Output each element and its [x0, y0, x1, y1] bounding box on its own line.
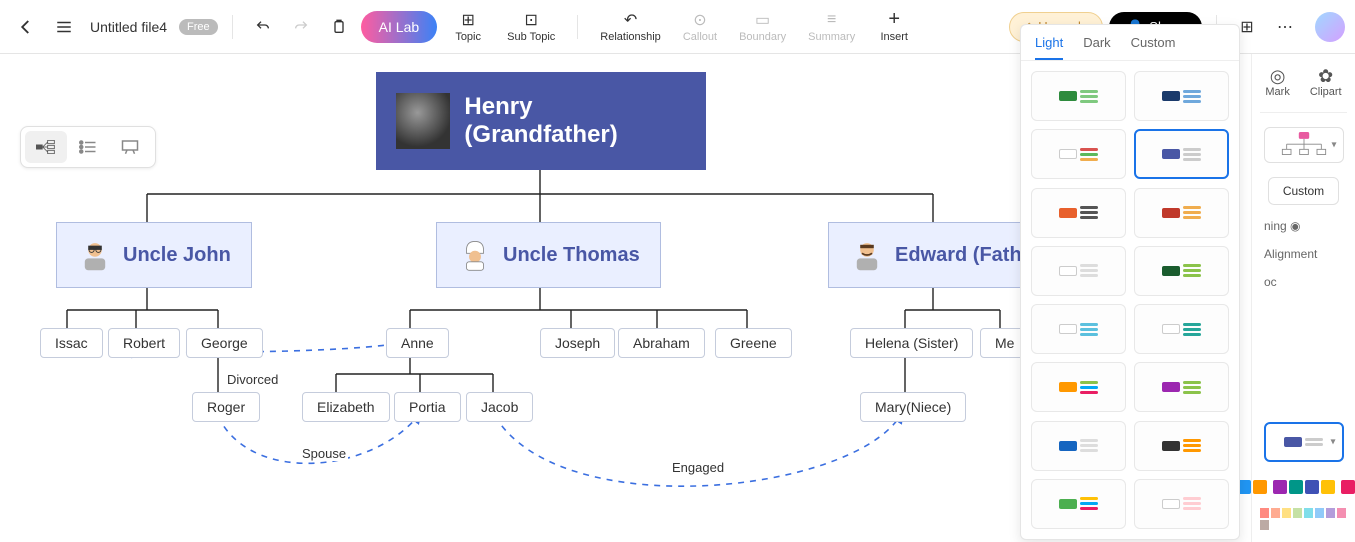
separator [232, 15, 233, 39]
theme-option[interactable] [1031, 479, 1126, 529]
side-panel: ◎Mark ✿Clipart ▾ Custom ning ◉ Alignment… [1251, 54, 1355, 542]
spouse-label: Spouse [300, 446, 348, 461]
theme-option[interactable] [1134, 479, 1229, 529]
alignment-text: Alignment [1264, 247, 1317, 261]
theme-option[interactable] [1031, 129, 1126, 179]
person-icon [77, 237, 113, 273]
theme-option[interactable] [1031, 71, 1126, 121]
free-badge: Free [179, 19, 218, 35]
theme-option[interactable] [1134, 304, 1229, 354]
presentation-view-icon[interactable] [109, 131, 151, 163]
mark-button[interactable]: ◎Mark [1265, 66, 1289, 98]
root-label: Henry (Grandfather) [464, 93, 686, 149]
theme-option-selected[interactable] [1134, 129, 1229, 179]
robert-node[interactable]: Robert [108, 328, 180, 358]
topic-label: Topic [455, 31, 481, 43]
root-node[interactable]: Henry (Grandfather) [376, 72, 706, 170]
uncle-thomas-node[interactable]: Uncle Thomas [436, 222, 661, 288]
view-switcher [20, 126, 156, 168]
clipboard-icon[interactable] [323, 11, 355, 43]
theme-option[interactable] [1134, 188, 1229, 238]
more-icon[interactable]: ⋯ [1269, 11, 1301, 43]
anne-node[interactable]: Anne [386, 328, 449, 358]
insert-label: Insert [880, 31, 908, 43]
layout-dropdown[interactable]: ▾ [1264, 127, 1344, 163]
color-preset[interactable] [1273, 480, 1335, 494]
jacob-node[interactable]: Jacob [466, 392, 533, 422]
topic-button[interactable]: ⊞Topic [443, 9, 493, 45]
relationship-label: Relationship [600, 31, 661, 43]
theme-option[interactable] [1031, 246, 1126, 296]
ning-text: ning ◉ [1264, 219, 1301, 233]
theme-option[interactable] [1134, 421, 1229, 471]
mark-label: Mark [1265, 86, 1289, 98]
ai-lab-button[interactable]: AI Lab [361, 11, 437, 43]
theme-option[interactable] [1031, 188, 1126, 238]
theme-tab-light[interactable]: Light [1035, 35, 1063, 60]
issac-node[interactable]: Issac [40, 328, 103, 358]
roger-node[interactable]: Roger [192, 392, 260, 422]
chef-icon [457, 237, 493, 273]
theme-grid [1021, 61, 1239, 539]
root-avatar [396, 93, 450, 149]
boundary-label: Boundary [739, 31, 786, 43]
callout-label: Callout [683, 31, 717, 43]
uncle-john-node[interactable]: Uncle John [56, 222, 252, 288]
undo-icon[interactable] [247, 11, 279, 43]
george-node[interactable]: George [186, 328, 263, 358]
theme-tab-custom[interactable]: Custom [1131, 35, 1176, 60]
subtopic-label: Sub Topic [507, 31, 555, 43]
theme-option[interactable] [1031, 362, 1126, 412]
uncle-john-label: Uncle John [123, 244, 231, 267]
theme-tab-dark[interactable]: Dark [1083, 35, 1110, 60]
summary-label: Summary [808, 31, 855, 43]
theme-tabs: Light Dark Custom [1021, 25, 1239, 61]
summary-button[interactable]: ≡Summary [800, 9, 863, 45]
redo-icon[interactable] [285, 11, 317, 43]
greene-node[interactable]: Greene [715, 328, 792, 358]
menu-icon[interactable] [48, 11, 80, 43]
theme-dropdown[interactable]: ▾ [1264, 422, 1344, 462]
mindmap-view-icon[interactable] [25, 131, 67, 163]
callout-button[interactable]: ⊙Callout [675, 9, 725, 45]
separator [577, 15, 578, 39]
person-icon [849, 237, 885, 273]
theme-option[interactable] [1134, 246, 1229, 296]
user-avatar[interactable] [1315, 12, 1345, 42]
theme-option[interactable] [1031, 421, 1126, 471]
divorced-label: Divorced [225, 372, 280, 387]
oc-text: oc [1264, 275, 1277, 289]
relationship-button[interactable]: ↶Relationship [592, 9, 669, 45]
clipart-label: Clipart [1310, 86, 1342, 98]
file-name[interactable]: Untitled file4 [90, 19, 167, 35]
outline-view-icon[interactable] [67, 131, 109, 163]
insert-button[interactable]: +Insert [869, 9, 919, 45]
uncle-thomas-label: Uncle Thomas [503, 244, 640, 267]
chevron-down-icon: ▾ [1331, 140, 1336, 151]
color-presets [1260, 480, 1347, 494]
custom-button[interactable]: Custom [1268, 177, 1339, 205]
theme-option[interactable] [1031, 304, 1126, 354]
portia-node[interactable]: Portia [394, 392, 461, 422]
boundary-button[interactable]: ▭Boundary [731, 9, 794, 45]
clipart-button[interactable]: ✿Clipart [1310, 66, 1342, 98]
abraham-node[interactable]: Abraham [618, 328, 705, 358]
engaged-label: Engaged [670, 460, 726, 475]
separator [1260, 112, 1347, 113]
elizabeth-node[interactable]: Elizabeth [302, 392, 390, 422]
subtopic-button[interactable]: ⊡Sub Topic [499, 9, 563, 45]
color-strip[interactable] [1260, 508, 1348, 530]
chevron-down-icon: ▾ [1330, 437, 1335, 448]
back-icon[interactable] [10, 11, 42, 43]
theme-panel: Light Dark Custom [1020, 24, 1240, 540]
mary-node[interactable]: Mary(Niece) [860, 392, 966, 422]
color-preset[interactable] [1341, 480, 1355, 494]
helena-node[interactable]: Helena (Sister) [850, 328, 973, 358]
theme-option[interactable] [1134, 71, 1229, 121]
theme-option[interactable] [1134, 362, 1229, 412]
joseph-node[interactable]: Joseph [540, 328, 615, 358]
